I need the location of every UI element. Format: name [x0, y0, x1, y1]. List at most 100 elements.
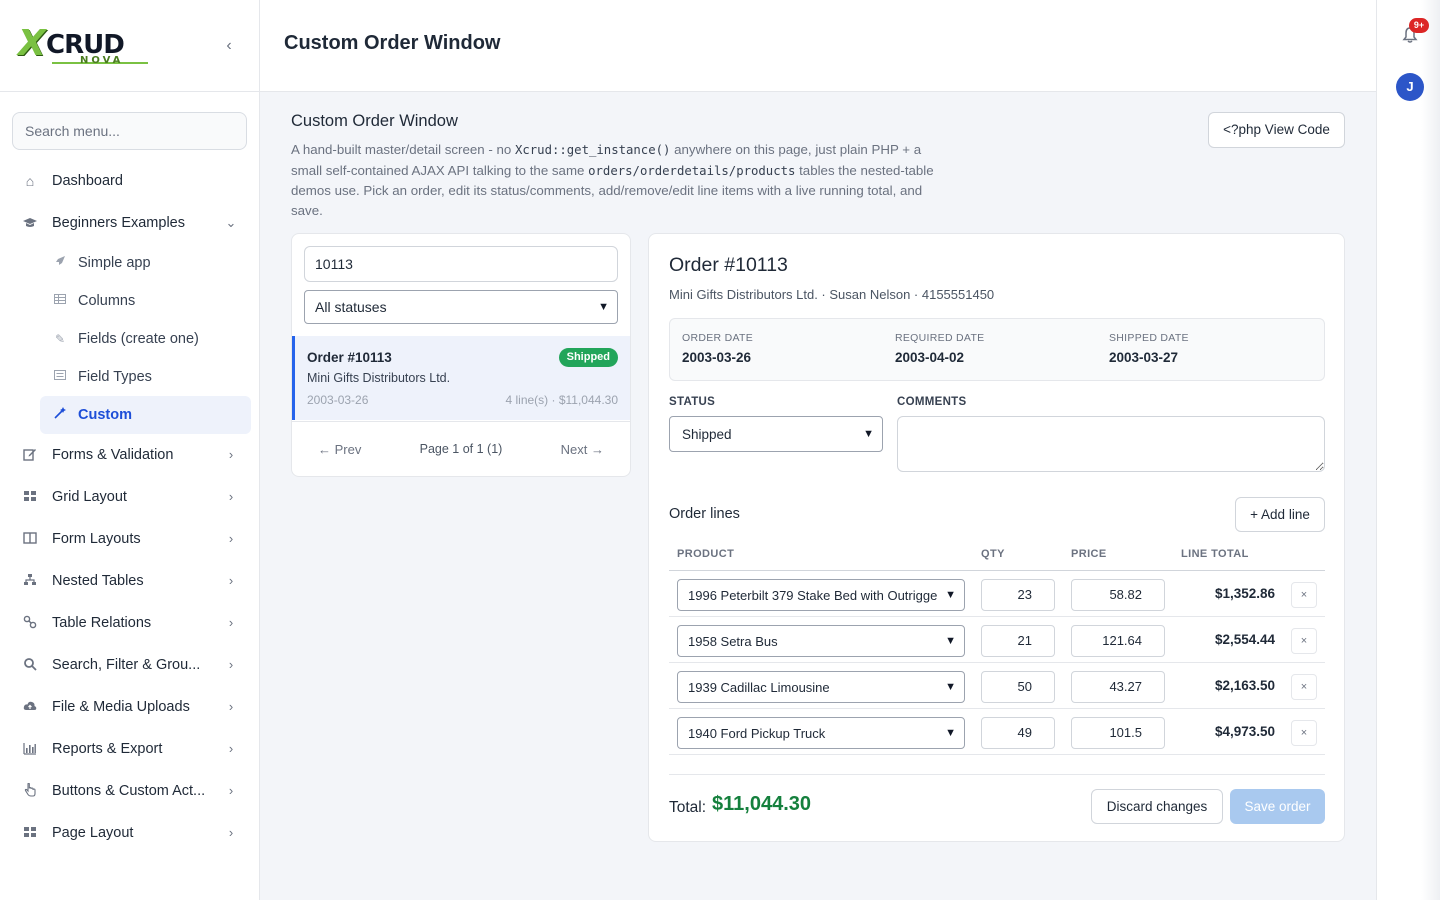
sidebar-item-form-layouts[interactable]: Form Layouts ›: [0, 518, 260, 560]
layout-icon: [22, 825, 38, 841]
pointer-icon: [22, 782, 38, 799]
qty-input[interactable]: 49: [981, 717, 1055, 749]
link-icon: [22, 615, 38, 631]
required-date-value: 2003-04-02: [895, 350, 965, 365]
chevron-right-icon: ›: [228, 657, 234, 672]
discard-changes-button[interactable]: Discard changes: [1091, 789, 1223, 824]
sidebar-item-table-relations[interactable]: Table Relations ›: [0, 602, 260, 644]
comments-textarea[interactable]: [897, 416, 1325, 472]
right-rail: 9+ J: [1376, 0, 1440, 900]
sidebar-subitem-label: Custom: [78, 407, 132, 423]
shipped-date-value: 2003-03-27: [1109, 350, 1179, 365]
status-select[interactable]: Shipped ▼: [669, 416, 883, 452]
chevron-down-icon: ▼: [945, 635, 956, 647]
sidebar-item-nested-tables[interactable]: Nested Tables ›: [0, 560, 260, 602]
chevron-right-icon: ›: [228, 489, 234, 504]
sidebar-item-label: Grid Layout: [52, 489, 127, 505]
sidebar-item-page-layout[interactable]: Page Layout ›: [0, 812, 260, 854]
sidebar-item-label: Nested Tables: [52, 573, 144, 589]
remove-line-button[interactable]: ×: [1291, 674, 1317, 700]
chevron-left-icon[interactable]: ‹: [220, 36, 238, 56]
order-customer: Mini Gifts Distributors Ltd.: [307, 371, 451, 385]
product-select-value: 1940 Ford Pickup Truck: [688, 725, 826, 741]
intro-desc-code: orders/orderdetails/products: [588, 163, 796, 178]
price-input[interactable]: 58.82: [1071, 579, 1165, 611]
order-dates-box: ORDER DATE 2003-03-26 REQUIRED DATE 2003…: [669, 318, 1325, 381]
product-select[interactable]: 1939 Cadillac Limousine ▼: [677, 671, 965, 703]
remove-line-button[interactable]: ×: [1291, 720, 1317, 746]
sidebar-item-grid-layout[interactable]: Grid Layout ›: [0, 476, 260, 518]
chevron-down-icon: ▼: [598, 301, 609, 313]
sidebar-subitem-columns[interactable]: Columns: [0, 282, 260, 320]
chevron-down-icon: ▼: [945, 681, 956, 693]
remove-line-button[interactable]: ×: [1291, 582, 1317, 608]
graduation-cap-icon: [22, 215, 38, 231]
order-detail-subtitle: Mini Gifts Distributors Ltd. · Susan Nel…: [669, 287, 995, 302]
avatar[interactable]: J: [1396, 73, 1424, 101]
sidebar-subitem-label: Field Types: [78, 369, 152, 385]
chevron-right-icon: ›: [228, 531, 234, 546]
sidebar: X CRUD NOVA ‹ ⌂ Dashboard Beginners Exam…: [0, 0, 260, 900]
sidebar-item-forms-validation[interactable]: Forms & Validation ›: [0, 434, 260, 476]
list-icon: [53, 369, 67, 385]
sidebar-item-search-filter-group[interactable]: Search, Filter & Grou... ›: [0, 644, 260, 686]
order-title: Order #10113: [307, 350, 392, 365]
column-header-qty: QTY: [981, 548, 1005, 560]
chevron-right-icon: ›: [228, 741, 234, 756]
sidebar-item-buttons-custom-actions[interactable]: Buttons & Custom Act... ›: [0, 770, 260, 812]
notification-badge: 9+: [1409, 18, 1429, 33]
required-date-field: REQUIRED DATE 2003-04-02: [895, 332, 984, 365]
table-row: 1958 Setra Bus ▼ 21 121.64 $2,554.44 ×: [669, 617, 1325, 663]
order-search-input[interactable]: [304, 246, 618, 282]
column-header-price: PRICE: [1071, 548, 1107, 560]
chevron-right-icon: ›: [228, 825, 234, 840]
price-input[interactable]: 101.5: [1071, 717, 1165, 749]
price-input[interactable]: 121.64: [1071, 625, 1165, 657]
intro-section: Custom Order Window A hand-built master/…: [291, 112, 1345, 221]
logo-x: X: [18, 23, 46, 64]
sidebar-item-beginners-examples[interactable]: Beginners Examples ⌄: [0, 202, 260, 244]
qty-input[interactable]: 23: [981, 579, 1055, 611]
line-total: $2,163.50: [1214, 678, 1275, 693]
chevron-down-icon: ⌄: [225, 215, 237, 230]
search-menu-input[interactable]: [12, 112, 247, 150]
total-label: Total:: [669, 799, 707, 816]
table-icon: [53, 293, 67, 309]
chevron-down-icon: ▼: [945, 727, 956, 739]
sidebar-subitem-fields-create-one[interactable]: ✎ Fields (create one): [0, 320, 260, 358]
xcrud-nova-logo[interactable]: X CRUD NOVA: [18, 24, 150, 68]
price-input[interactable]: 43.27: [1071, 671, 1165, 703]
line-total: $2,554.44: [1214, 632, 1275, 647]
sidebar-item-reports-export[interactable]: Reports & Export ›: [0, 728, 260, 770]
sidebar-subitem-simple-app[interactable]: Simple app: [0, 244, 260, 282]
chevron-right-icon: ›: [228, 699, 234, 714]
sidebar-subitem-field-types[interactable]: Field Types: [0, 358, 260, 396]
save-order-button[interactable]: Save order: [1230, 789, 1325, 824]
view-code-button[interactable]: <?php View Code: [1208, 112, 1345, 148]
status-filter-select[interactable]: All statuses ▼: [304, 290, 618, 324]
next-page-button[interactable]: Next →: [561, 442, 604, 457]
qty-input[interactable]: 21: [981, 625, 1055, 657]
product-select[interactable]: 1958 Setra Bus ▼: [677, 625, 965, 657]
order-meta: 4 line(s) · $11,044.30: [505, 393, 618, 407]
add-line-button[interactable]: + Add line: [1235, 497, 1325, 532]
bar-chart-icon: [22, 741, 38, 757]
edit-icon: [22, 447, 38, 463]
sidebar-item-file-media-uploads[interactable]: File & Media Uploads ›: [0, 686, 260, 728]
sidebar-subitem-custom[interactable]: Custom: [40, 396, 251, 434]
sidebar-subitem-label: Columns: [78, 293, 136, 309]
remove-line-button[interactable]: ×: [1291, 628, 1317, 654]
intro-desc-code: Xcrud::get_instance(): [514, 143, 671, 157]
qty-input[interactable]: 50: [981, 671, 1055, 703]
sidebar-item-dashboard[interactable]: ⌂ Dashboard: [0, 160, 260, 202]
list-item[interactable]: Order #10113 Shipped Mini Gifts Distribu…: [292, 336, 630, 420]
product-select[interactable]: 1996 Peterbilt 379 Stake Bed with Outrig…: [677, 579, 965, 611]
page-title: Custom Order Window: [284, 32, 501, 54]
chevron-right-icon: ›: [228, 447, 234, 462]
product-select[interactable]: 1940 Ford Pickup Truck ▼: [677, 717, 965, 749]
sidebar-item-label: File & Media Uploads: [52, 699, 190, 715]
shipped-date-field: SHIPPED DATE 2003-03-27: [1109, 332, 1189, 365]
chevron-right-icon: ›: [228, 615, 234, 630]
sidebar-item-label: Beginners Examples: [52, 215, 185, 231]
magic-wand-icon: [53, 407, 67, 423]
